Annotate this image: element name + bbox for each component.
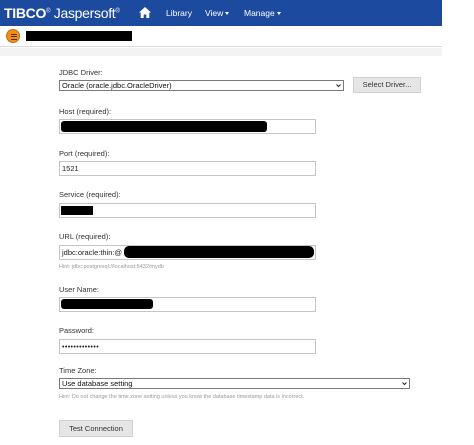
password-label: Password: — [59, 326, 95, 335]
chevron-down-icon — [402, 382, 407, 386]
nav-library-label: Library — [166, 8, 192, 18]
time-zone-select[interactable]: Use database setting — [59, 378, 410, 389]
service-input[interactable] — [59, 203, 316, 218]
select-driver-button[interactable]: Select Driver... — [353, 77, 421, 93]
password-value: ••••••••••••• — [62, 344, 100, 351]
test-connection-button[interactable]: Test Connection — [59, 420, 133, 437]
nav-manage[interactable]: Manage — [244, 8, 281, 18]
registered-mark-2: ® — [115, 8, 120, 15]
jdbc-driver-label: JDBC Driver: — [59, 68, 103, 77]
nav-view-label: View — [205, 8, 224, 18]
port-value: 1521 — [62, 164, 79, 173]
chevron-down-icon — [336, 84, 341, 88]
url-hint: Hint: jdbc:postgresql://localhost:5432/m… — [59, 264, 164, 270]
nav-manage-label: Manage — [244, 8, 275, 18]
time-zone-value: Use database setting — [62, 379, 133, 388]
caret-down-icon — [225, 12, 230, 16]
jdbc-driver-value: Oracle (oracle.jdbc.OracleDriver) — [62, 81, 172, 90]
brand-o-glyph: O — [35, 5, 47, 21]
jdbc-driver-select[interactable]: Oracle (oracle.jdbc.OracleDriver) — [59, 80, 344, 91]
redacted-host — [61, 121, 267, 132]
menu-icon[interactable] — [6, 29, 20, 43]
nav-view[interactable]: View — [205, 8, 230, 18]
topbar-blank — [442, 0, 474, 26]
redacted-page-title — [26, 31, 132, 41]
nav-library[interactable]: Library — [166, 8, 192, 18]
brand-tibco: TIBC — [4, 5, 36, 21]
port-input[interactable]: 1521 — [59, 161, 316, 176]
registered-mark: ® — [46, 8, 51, 15]
host-label: Host (required): — [59, 107, 112, 116]
section-gap — [0, 48, 442, 56]
brand-logo[interactable]: TIBCO® Jaspersoft® — [4, 5, 120, 21]
redacted-service — [61, 206, 93, 215]
url-value: jdbc:oracle:thin:@ — [62, 248, 123, 257]
time-zone-hint: Hint: Do not change the time zone settin… — [59, 394, 305, 400]
redacted-url — [124, 246, 314, 258]
port-label: Port (required): — [59, 149, 110, 158]
url-label: URL (required): — [59, 232, 111, 241]
user-name-label: User Name: — [59, 285, 100, 294]
service-label: Service (required): — [59, 190, 121, 199]
caret-down-icon — [276, 12, 281, 16]
redacted-user-name — [61, 299, 153, 309]
password-input[interactable]: ••••••••••••• — [59, 339, 316, 354]
home-icon[interactable] — [139, 7, 151, 18]
brand-name: Jaspersoft — [53, 5, 116, 21]
time-zone-label: Time Zone: — [59, 366, 97, 375]
top-nav-bar: TIBCO® Jaspersoft® Library View Manage — [0, 0, 442, 26]
